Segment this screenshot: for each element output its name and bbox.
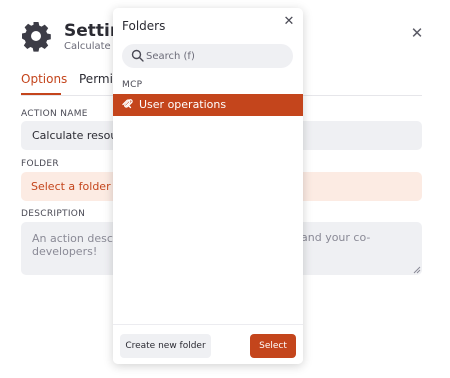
resize-grip-icon[interactable] [413,266,421,274]
action-name-label: ACTION NAME [21,109,88,119]
tab-options[interactable]: Options [21,72,67,86]
mcp-icon [122,99,133,109]
description-label: DESCRIPTION [21,209,86,219]
section-label: MCP [122,80,143,90]
popup-title: Folders [122,19,166,33]
search-box [122,44,293,68]
search-icon [131,49,144,62]
close-icon[interactable]: ✕ [410,26,424,41]
active-tab-indicator [21,93,61,95]
folder-item-label: User operations [139,98,227,111]
folder-label: FOLDER [21,159,59,169]
popup-footer: Create new folder Select [113,324,303,364]
description-placeholder-line2: developers! [32,245,98,258]
gear-icon [22,22,51,52]
close-icon[interactable]: ✕ [283,15,295,28]
create-folder-button[interactable]: Create new folder [120,334,211,358]
description-placeholder-continued: and your co- [301,231,371,244]
search-input[interactable] [146,49,286,63]
select-button[interactable]: Select [250,334,296,358]
folders-popup: Folders ✕ MCP User operations Create new… [113,8,303,364]
folder-item-user-operations[interactable]: User operations [113,94,303,116]
